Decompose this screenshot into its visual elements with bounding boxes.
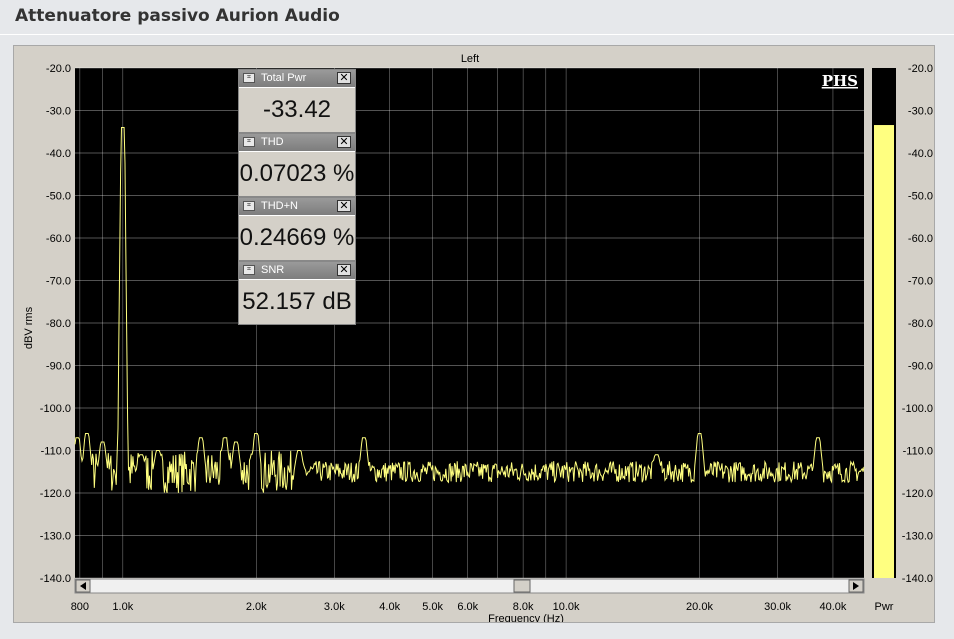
y-tick-label: -20.0	[46, 63, 71, 75]
meter-window[interactable]: ⌗ SNR ✕ 52.157 dB	[238, 261, 356, 325]
meter-title: THD+N	[261, 200, 298, 212]
y-tick-labels: -20.0 -30.0 -40.0 -50.0 -60.0 -70.0 -80.0 -90.0…	[40, 63, 71, 585]
y-tick-label: -140.0	[40, 573, 71, 585]
x-tick-label: 2.0k	[246, 601, 267, 613]
meter-title: Total Pwr	[261, 72, 307, 84]
meter-titlebar[interactable]: ⌗ THD ✕	[239, 134, 355, 151]
y-tick-label: -70.0	[46, 276, 71, 288]
y-tick-label-right: -60.0	[908, 233, 933, 245]
meter-titlebar[interactable]: ⌗ THD+N ✕	[239, 198, 355, 215]
y-axis-label: dBV rms	[23, 306, 35, 349]
y-tick-label: -100.0	[40, 403, 71, 415]
y-tick-label: -90.0	[46, 361, 71, 373]
x-tick-labels: 800 1.0k 2.0k 3.0k 4.0k 5.0k 6.0k 8.0k 10.0k 20.0…	[71, 601, 847, 613]
y-tick-label-right: -110.0	[903, 446, 933, 458]
x-tick-label: 3.0k	[324, 601, 345, 613]
y-tick-label-right: -100.0	[902, 403, 933, 415]
meter-titlebar[interactable]: ⌗ Total Pwr ✕	[239, 70, 355, 87]
title-divider	[0, 34, 954, 35]
close-icon[interactable]: ✕	[337, 136, 351, 148]
meter-window[interactable]: ⌗ THD+N ✕ 0.24669 %	[238, 197, 356, 261]
close-icon[interactable]: ✕	[337, 72, 351, 84]
x-tick-label: 20.0k	[686, 601, 713, 613]
meter-value: 0.07023 %	[239, 151, 355, 196]
scroll-thumb[interactable]	[513, 579, 531, 593]
y-tick-label-right: -20.0	[908, 63, 933, 75]
meter-titlebar[interactable]: ⌗ SNR ✕	[239, 262, 355, 279]
y-tick-label-right: -80.0	[908, 318, 933, 330]
y-tick-label-right: -140.0	[902, 573, 933, 585]
y-tick-label: -50.0	[46, 191, 71, 203]
y-tick-label: -130.0	[40, 531, 71, 543]
y-tick-label: -80.0	[46, 318, 71, 330]
x-tick-label: 30.0k	[764, 601, 791, 613]
x-tick-label: 40.0k	[819, 601, 846, 613]
horizontal-scrollbar[interactable]	[74, 578, 865, 594]
y-tick-label-right: -40.0	[908, 148, 933, 160]
x-tick-label: 800	[71, 601, 89, 613]
spectrum-plot: Left dBV rms Frequency (Hz) -20.0 -30.0 -4…	[23, 53, 933, 622]
x-axis-label: Frequency (Hz)	[488, 613, 564, 622]
meter-window[interactable]: ⌗ THD ✕ 0.07023 %	[238, 133, 356, 197]
meter-icon: ⌗	[243, 201, 255, 211]
close-icon[interactable]: ✕	[337, 200, 351, 212]
y-tick-label: -110.0	[41, 446, 71, 458]
x-tick-label: 10.0k	[553, 601, 580, 613]
y-tick-label: -40.0	[46, 148, 71, 160]
y-tick-label: -30.0	[46, 106, 71, 118]
x-tick-label: 1.0k	[112, 601, 133, 613]
x-tick-label: 6.0k	[457, 601, 478, 613]
x-tick-label: 5.0k	[422, 601, 443, 613]
y-tick-label-right: -50.0	[908, 191, 933, 203]
y-tick-labels-right: -20.0 -30.0 -40.0 -50.0 -60.0 -70.0 -80.0 -90.0…	[902, 63, 933, 585]
meter-value: -33.42 dBV rms	[239, 87, 355, 167]
analyzer-panel: Left dBV rms Frequency (Hz) -20.0 -30.0 -4…	[13, 45, 935, 623]
meter-label: Pwr	[875, 601, 894, 613]
y-tick-label: -120.0	[40, 488, 71, 500]
meter-icon: ⌗	[243, 73, 255, 83]
meter-value: 52.157 dB	[239, 279, 355, 324]
phs-logo: PHS	[822, 72, 858, 90]
page-title: Attenuatore passivo Aurion Audio	[15, 6, 340, 26]
x-tick-label: 8.0k	[513, 601, 534, 613]
x-tick-label: 4.0k	[379, 601, 400, 613]
meter-value: 0.24669 %	[239, 215, 355, 260]
meter-icon: ⌗	[243, 265, 255, 275]
channel-label: Left	[461, 53, 479, 65]
y-tick-label-right: -70.0	[908, 276, 933, 288]
y-tick-label-right: -130.0	[902, 531, 933, 543]
y-tick-label-right: -90.0	[908, 361, 933, 373]
meter-title: THD	[261, 136, 284, 148]
y-tick-label-right: -120.0	[902, 488, 933, 500]
close-icon[interactable]: ✕	[337, 264, 351, 276]
meter-window[interactable]: ⌗Total Pwr✕-33.42 dBV rms	[238, 69, 356, 167]
level-meter-fill	[874, 125, 894, 578]
y-tick-label-right: -30.0	[908, 106, 933, 118]
meter-title: SNR	[261, 264, 285, 276]
meter-icon: ⌗	[243, 137, 255, 147]
y-tick-label: -60.0	[46, 233, 71, 245]
